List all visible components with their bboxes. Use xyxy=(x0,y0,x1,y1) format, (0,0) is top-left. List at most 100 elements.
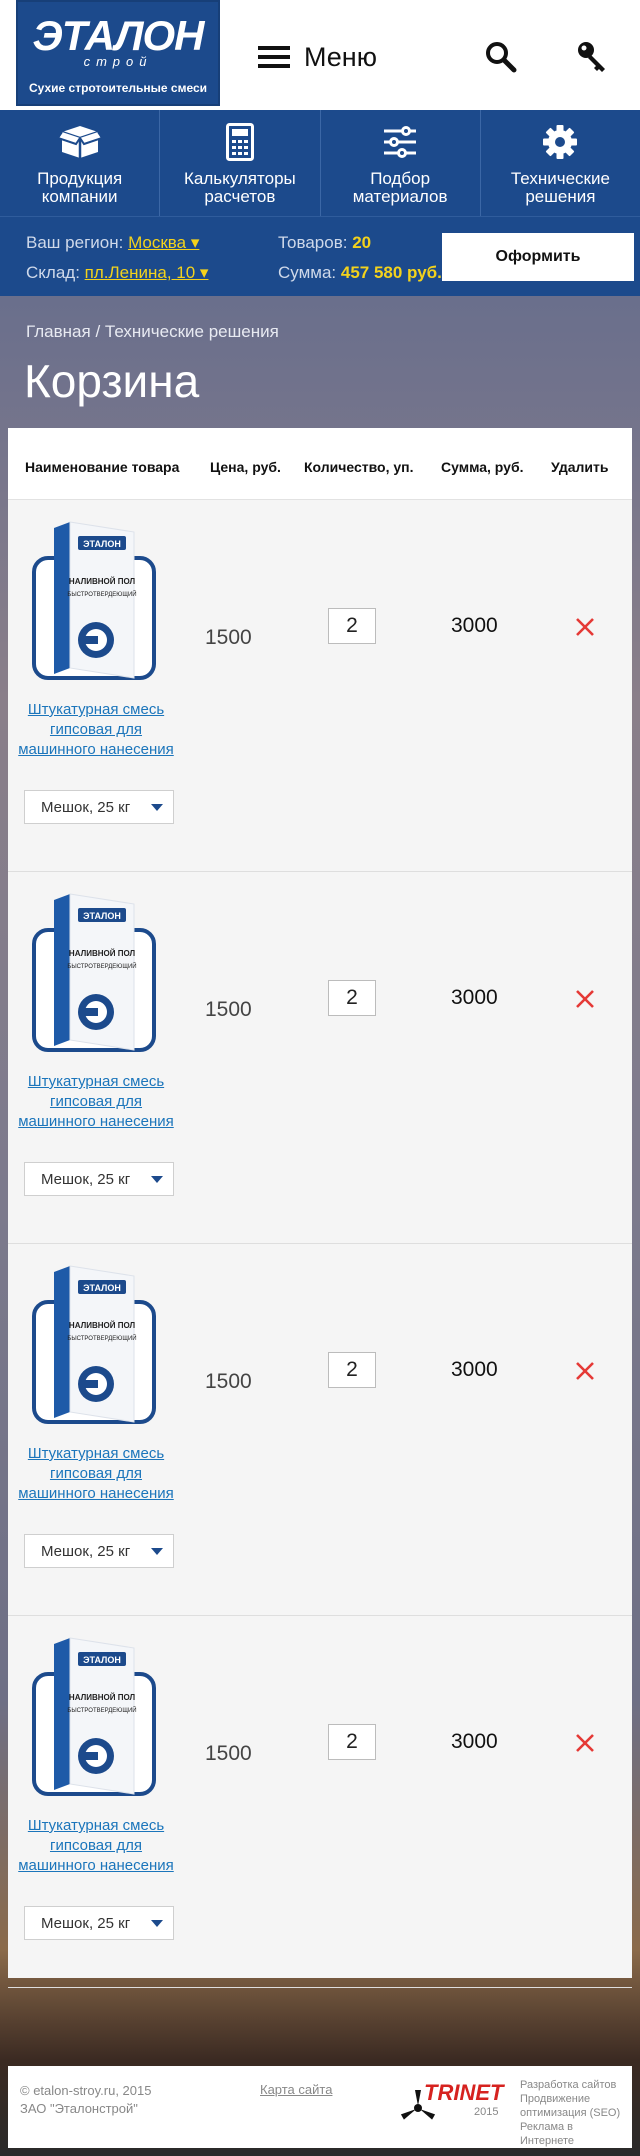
nav-label: Технические решения xyxy=(510,169,610,206)
warehouse-select[interactable]: пл.Ленина, 10 ▾ xyxy=(85,263,209,282)
site-header: ЭТАЛОН строй Сухие стротоительные смеси … xyxy=(0,0,640,110)
package-value: Мешок, 25 кг xyxy=(41,1170,131,1188)
delete-icon[interactable] xyxy=(574,988,596,1010)
warehouse-row: Склад: пл.Ленина, 10 ▾ xyxy=(26,263,208,283)
price-value: 1500 xyxy=(205,1742,252,1765)
product-box-line1: НАЛИВНОЙ ПОЛ xyxy=(69,577,136,586)
product-box-line1: НАЛИВНОЙ ПОЛ xyxy=(69,1693,136,1702)
chevron-down-icon xyxy=(151,1176,163,1183)
nav-item-products[interactable]: Продукция компании xyxy=(0,110,161,216)
chevron-down-icon xyxy=(151,1920,163,1927)
logo-mark: ЭТАЛОН xyxy=(32,12,205,59)
chevron-down-icon xyxy=(151,804,163,811)
breadcrumb-separator: / xyxy=(90,322,105,341)
delete-icon[interactable] xyxy=(574,1732,596,1754)
key-icon[interactable] xyxy=(574,38,610,74)
checkout-button[interactable]: Оформить xyxy=(442,233,634,281)
items-count: Товаров: 20 xyxy=(278,233,371,253)
breadcrumb-home[interactable]: Главная xyxy=(26,322,91,341)
calculator-icon xyxy=(160,122,319,162)
delete-icon[interactable] xyxy=(574,616,596,638)
column-header-delete: Удалить xyxy=(551,459,609,475)
product-image[interactable]: ЭТАЛОН НАЛИВНОЙ ПОЛ БЫСТРОТВЕРДЕЮЩИЙ xyxy=(26,518,166,686)
chevron-down-icon xyxy=(151,1548,163,1555)
nav-label: Продукция компании xyxy=(37,169,123,206)
quantity-input[interactable]: 2 xyxy=(328,1724,376,1760)
nav-item-calculators[interactable]: Калькуляторы расчетов xyxy=(160,110,321,216)
region-label: Ваш регион: xyxy=(26,233,124,252)
quantity-input[interactable]: 2 xyxy=(328,608,376,644)
product-box-brand: ЭТАЛОН xyxy=(83,1655,121,1665)
region-select[interactable]: Москва ▾ xyxy=(128,233,199,252)
sum-value: 3000 xyxy=(451,986,498,1009)
dev-line: Реклама в Интернете xyxy=(520,2121,574,2147)
product-box-line2: БЫСТРОТВЕРДЕЮЩИЙ xyxy=(67,962,136,970)
cart-total: Сумма: 457 580 руб. xyxy=(278,263,442,283)
column-header-quantity: Количество, уп. xyxy=(304,459,414,475)
nav-label: Калькуляторы расчетов xyxy=(184,169,296,206)
dev-year: 2015 xyxy=(474,2106,499,2118)
product-box-line2: БЫСТРОТВЕРДЕЮЩИЙ xyxy=(67,1334,136,1342)
product-image[interactable]: ЭТАЛОН НАЛИВНОЙ ПОЛ БЫСТРОТВЕРДЕЮЩИЙ xyxy=(26,1262,166,1430)
cart-row: ЭТАЛОН НАЛИВНОЙ ПОЛ БЫСТРОТВЕРДЕЮЩИЙ Шту… xyxy=(8,872,632,1244)
sitemap-link[interactable]: Карта сайта xyxy=(260,2082,332,2097)
dev-brand: TRINET xyxy=(424,2080,504,2105)
quantity-input[interactable]: 2 xyxy=(328,980,376,1016)
cart-table: Наименование товара Цена, руб. Количеств… xyxy=(8,428,632,1988)
nav-label: Подбор материалов xyxy=(352,169,448,206)
product-box-brand: ЭТАЛОН xyxy=(83,911,121,921)
product-box-line1: НАЛИВНОЙ ПОЛ xyxy=(69,949,136,958)
product-image[interactable]: ЭТАЛОН НАЛИВНОЙ ПОЛ БЫСТРОТВЕРДЕЮЩИЙ xyxy=(26,890,166,1058)
box-icon xyxy=(0,122,159,162)
menu-button[interactable]: Меню xyxy=(258,40,377,74)
sum-label: Сумма: xyxy=(278,263,337,282)
sum-value: 3000 xyxy=(451,1358,498,1381)
menu-label: Меню xyxy=(304,41,377,72)
sum-value: 3000 xyxy=(451,614,498,637)
product-name-link[interactable]: Штукатурная смесь гипсовая для машинного… xyxy=(14,1444,178,1504)
sum-value: 457 580 руб. xyxy=(340,263,442,282)
price-value: 1500 xyxy=(205,1370,252,1393)
items-label: Товаров: xyxy=(278,233,348,252)
nav-item-solutions[interactable]: Технические решения xyxy=(481,110,640,216)
region-row: Ваш регион: Москва ▾ xyxy=(26,233,199,253)
sum-value: 3000 xyxy=(451,1730,498,1753)
search-icon[interactable] xyxy=(484,40,518,74)
warehouse-label: Склад: xyxy=(26,263,80,282)
quantity-input[interactable]: 2 xyxy=(328,1352,376,1388)
company-text: ЗАО "Эталонстрой" xyxy=(20,2101,138,2116)
delete-icon[interactable] xyxy=(574,1360,596,1382)
dev-services: Разработка сайтов Продвижение оптимизаци… xyxy=(520,2078,630,2148)
cart-row: ЭТАЛОН НАЛИВНОЙ ПОЛ БЫСТРОТВЕРДЕЮЩИЙ Шту… xyxy=(8,500,632,872)
main-nav: Продукция компании Калькуляторы расчетов… xyxy=(0,110,640,216)
price-value: 1500 xyxy=(205,626,252,649)
package-select[interactable]: Мешок, 25 кг xyxy=(24,1162,174,1196)
product-name-link[interactable]: Штукатурная смесь гипсовая для машинного… xyxy=(14,1072,178,1132)
product-box-brand: ЭТАЛОН xyxy=(83,1283,121,1293)
product-name-link[interactable]: Штукатурная смесь гипсовая для машинного… xyxy=(14,700,178,760)
product-box-line2: БЫСТРОТВЕРДЕЮЩИЙ xyxy=(67,590,136,598)
dev-line: Продвижение xyxy=(520,2093,591,2105)
cart-row: ЭТАЛОН НАЛИВНОЙ ПОЛ БЫСТРОТВЕРДЕЮЩИЙ Шту… xyxy=(8,1244,632,1616)
nav-item-materials[interactable]: Подбор материалов xyxy=(321,110,481,216)
column-header-sum: Сумма, руб. xyxy=(441,459,524,475)
logo-tagline: Сухие стротоительные смеси xyxy=(28,81,208,95)
package-select[interactable]: Мешок, 25 кг xyxy=(24,1906,174,1940)
dev-line: оптимизация (SEO) xyxy=(520,2107,621,2119)
breadcrumb-current[interactable]: Технические решения xyxy=(105,322,279,341)
price-value: 1500 xyxy=(205,998,252,1021)
dev-line: Разработка сайтов xyxy=(520,2079,617,2091)
product-box-line2: БЫСТРОТВЕРДЕЮЩИЙ xyxy=(67,1706,136,1714)
site-footer: © etalon-stroy.ru, 2015 ЗАО "Эталонстрой… xyxy=(8,2066,632,2148)
column-header-price: Цена, руб. xyxy=(210,459,281,475)
product-name-link[interactable]: Штукатурная смесь гипсовая для машинного… xyxy=(14,1816,178,1876)
package-value: Мешок, 25 кг xyxy=(41,798,131,816)
product-image[interactable]: ЭТАЛОН НАЛИВНОЙ ПОЛ БЫСТРОТВЕРДЕЮЩИЙ xyxy=(26,1634,166,1802)
package-value: Мешок, 25 кг xyxy=(41,1914,131,1932)
cart-info-bar: Ваш регион: Москва ▾ Склад: пл.Ленина, 1… xyxy=(0,216,640,296)
package-select[interactable]: Мешок, 25 кг xyxy=(24,790,174,824)
sliders-icon xyxy=(321,122,480,162)
package-select[interactable]: Мешок, 25 кг xyxy=(24,1534,174,1568)
site-logo[interactable]: ЭТАЛОН строй Сухие стротоительные смеси xyxy=(16,0,220,106)
gear-icon xyxy=(481,122,640,162)
